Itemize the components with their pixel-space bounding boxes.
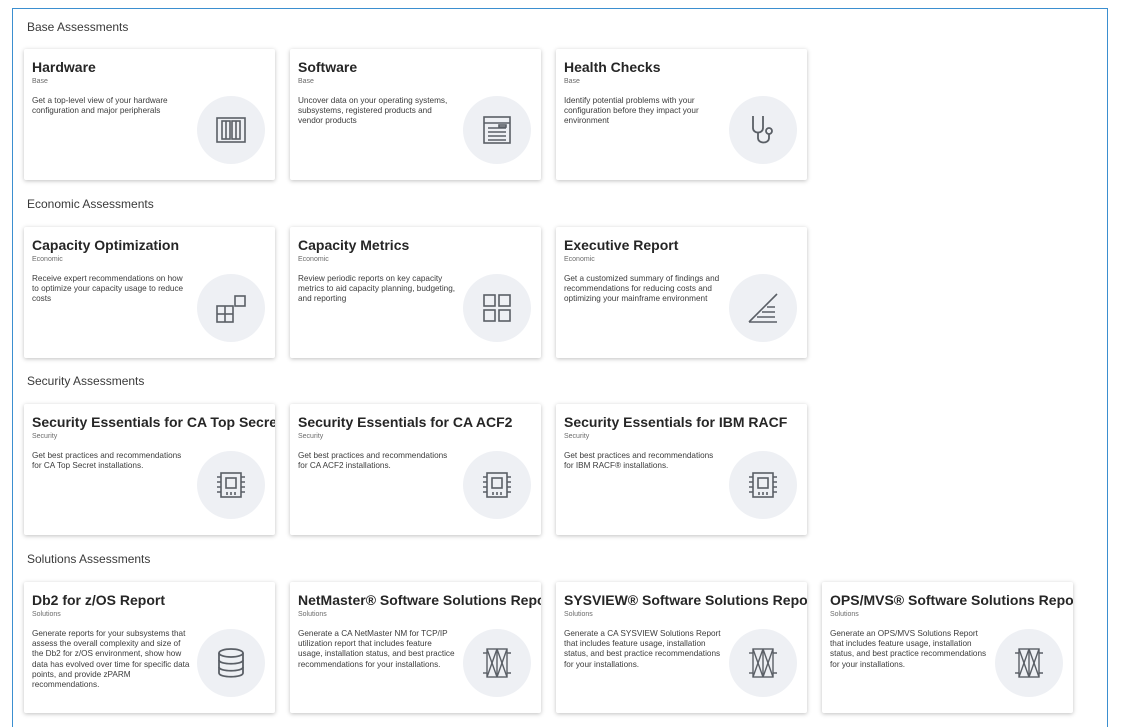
grid-icon — [483, 294, 511, 322]
card-description: Get best practices and recommendations f… — [298, 451, 448, 471]
card-category: Solutions — [564, 611, 593, 618]
card-category: Economic — [32, 256, 63, 263]
card-capacity-optimization[interactable]: Capacity Optimization Economic Receive e… — [24, 227, 275, 358]
card-description: Generate a CA NetMaster NM for TCP/IP ut… — [298, 629, 455, 669]
card-description: Generate an OPS/MVS Solutions Report tha… — [830, 629, 987, 669]
card-description: Uncover data on your operating systems, … — [298, 96, 448, 126]
card-netmaster-report[interactable]: NetMaster® Software Solutions Report Sol… — [290, 582, 541, 713]
card-title: Security Essentials for CA ACF2 — [298, 414, 513, 430]
card-description: Get a top-level view of your hardware co… — [32, 96, 168, 116]
card-title: Db2 for z/OS Report — [32, 592, 166, 608]
section-title-base: Base Assessments — [27, 20, 129, 34]
card-category: Solutions — [830, 611, 859, 618]
card-category: Base — [564, 78, 580, 85]
card-title: Security Essentials for IBM RACF — [564, 414, 788, 430]
card-security-acf2[interactable]: Security Essentials for CA ACF2 Security… — [290, 404, 541, 535]
card-description: Review periodic reports on key capacity … — [298, 274, 456, 304]
icon-circle — [729, 96, 797, 164]
icon-circle — [197, 274, 265, 342]
rack-icon — [483, 648, 511, 678]
icon-circle — [197, 451, 265, 519]
icon-circle — [463, 451, 531, 519]
card-title: Capacity Metrics — [298, 237, 410, 253]
section-title-security: Security Assessments — [27, 374, 145, 388]
chip-icon — [483, 472, 511, 498]
card-title: NetMaster® Software Solutions Report — [298, 592, 541, 608]
card-title: Health Checks — [564, 59, 661, 75]
card-category: Base — [32, 78, 48, 85]
card-capacity-metrics[interactable]: Capacity Metrics Economic Review periodi… — [290, 227, 541, 358]
card-category: Security — [32, 433, 58, 440]
icon-circle — [463, 629, 531, 697]
card-title: Hardware — [32, 59, 96, 75]
card-db2-report[interactable]: Db2 for z/OS Report Solutions Generate r… — [24, 582, 275, 713]
card-description: Get best practices and recommendations f… — [32, 451, 182, 471]
card-health-checks[interactable]: Health Checks Base Identify potential pr… — [556, 49, 807, 180]
icon-circle — [729, 629, 797, 697]
icon-circle — [463, 96, 531, 164]
icon-circle — [729, 274, 797, 342]
card-description: Identify potential problems with your co… — [564, 96, 699, 126]
card-category: Solutions — [32, 611, 61, 618]
icon-circle — [197, 629, 265, 697]
card-security-racf[interactable]: Security Essentials for IBM RACF Securit… — [556, 404, 807, 535]
card-title: Software — [298, 59, 358, 75]
card-title: Capacity Optimization — [32, 237, 180, 253]
database-icon — [218, 648, 244, 678]
card-executive-report[interactable]: Executive Report Economic Get a customiz… — [556, 227, 807, 358]
card-category: Security — [298, 433, 324, 440]
card-software[interactable]: Software Base Uncover data on your opera… — [290, 49, 541, 180]
hardware-icon — [216, 117, 246, 143]
icon-circle — [729, 451, 797, 519]
card-category: Security — [564, 433, 590, 440]
card-opsmvs-report[interactable]: OPS/MVS® Software Solutions Report Solut… — [822, 582, 1073, 713]
section-title-economic: Economic Assessments — [27, 197, 154, 211]
document-list-icon — [483, 116, 511, 144]
card-category: Base — [298, 78, 314, 85]
card-category: Solutions — [298, 611, 327, 618]
icon-circle — [995, 629, 1063, 697]
chip-icon — [217, 472, 245, 498]
rack-icon — [1015, 648, 1043, 678]
card-description: Receive expert recommendations on how to… — [32, 274, 184, 304]
slope-icon — [748, 293, 778, 323]
card-title: Executive Report — [564, 237, 679, 253]
card-category: Economic — [564, 256, 595, 263]
card-security-top-secret[interactable]: Security Essentials for CA Top Secret Se… — [24, 404, 275, 535]
icon-circle — [463, 274, 531, 342]
card-description: Get a customized summary of findings and… — [564, 274, 720, 304]
card-title: OPS/MVS® Software Solutions Report — [830, 592, 1073, 608]
card-description: Generate reports for your subsystems tha… — [32, 629, 190, 690]
card-sysview-report[interactable]: SYSVIEW® Software Solutions Report Solut… — [556, 582, 807, 713]
icon-circle — [197, 96, 265, 164]
section-title-solutions: Solutions Assessments — [27, 552, 151, 566]
card-title: Security Essentials for CA Top Secret — [32, 414, 275, 430]
card-description: Get best practices and recommendations f… — [564, 451, 714, 471]
chip-icon — [749, 472, 777, 498]
card-category: Economic — [298, 256, 329, 263]
card-description: Generate a CA SYSVIEW Solutions Report t… — [564, 629, 721, 669]
rack-icon — [749, 648, 777, 678]
card-title: SYSVIEW® Software Solutions Report — [564, 592, 807, 608]
blocks-icon — [216, 295, 246, 323]
stethoscope-icon — [752, 116, 773, 144]
card-hardware[interactable]: Hardware Base Get a top-level view of yo… — [24, 49, 275, 180]
